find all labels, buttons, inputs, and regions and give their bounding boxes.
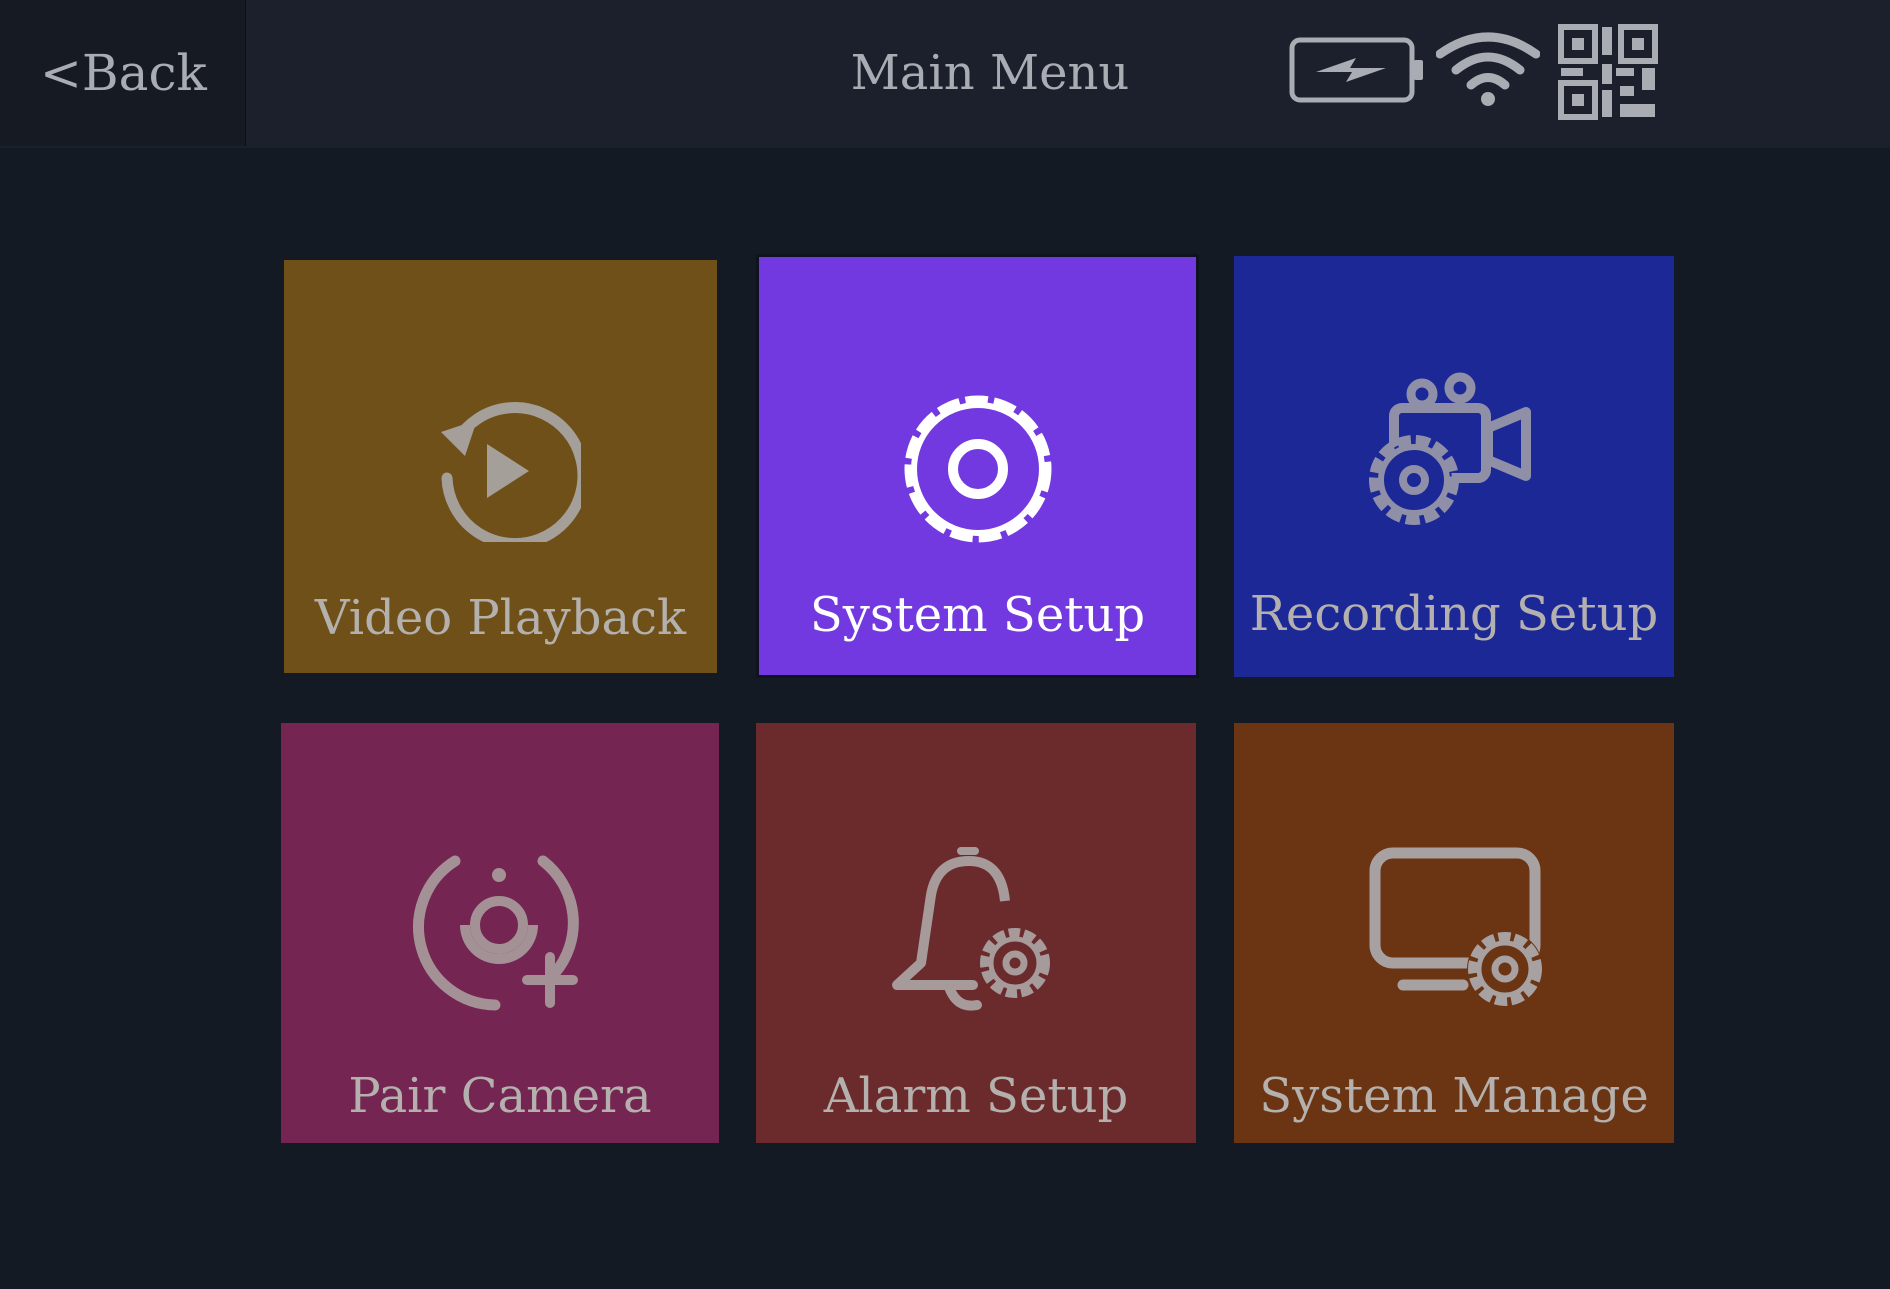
tile-system-manage[interactable]: System Manage <box>1234 723 1674 1143</box>
playback-icon <box>440 402 581 542</box>
tile-system-setup[interactable]: System Setup <box>756 254 1199 678</box>
tile-label: Video Playback <box>314 590 687 646</box>
pair-camera-icon <box>413 855 579 1011</box>
tile-alarm-setup[interactable]: Alarm Setup <box>756 723 1196 1143</box>
tile-label: Pair Camera <box>348 1068 652 1124</box>
tile-video-playback[interactable]: Video Playback <box>284 260 717 673</box>
tile-recording-setup[interactable]: Recording Setup <box>1234 256 1674 677</box>
tile-label: System Manage <box>1259 1068 1649 1124</box>
back-button[interactable]: <Back <box>0 0 246 146</box>
top-bar: <Back Main Menu <box>0 0 1890 148</box>
alarm-settings-icon <box>892 847 1050 1011</box>
monitor-settings-icon <box>1369 847 1543 1007</box>
tile-label: System Setup <box>809 587 1146 643</box>
wifi-icon <box>1436 32 1540 106</box>
page-title: Main Menu <box>850 45 1130 101</box>
camera-settings-icon <box>1369 372 1531 525</box>
tile-pair-camera[interactable]: Pair Camera <box>281 723 719 1143</box>
gear-icon <box>904 395 1051 543</box>
battery-charging-icon <box>1289 37 1423 103</box>
tile-label: Recording Setup <box>1249 586 1659 642</box>
qr-code-icon <box>1558 24 1658 120</box>
tile-label: Alarm Setup <box>823 1068 1129 1124</box>
